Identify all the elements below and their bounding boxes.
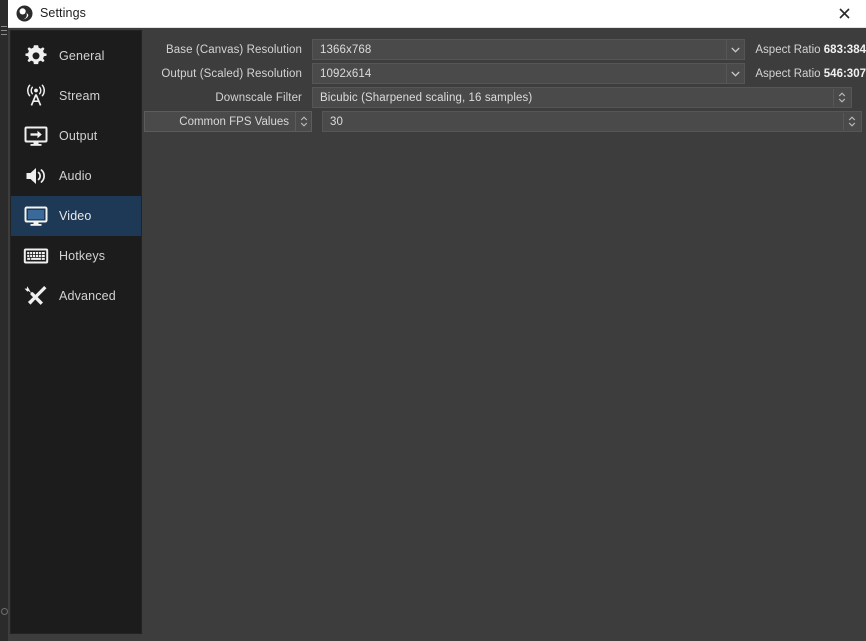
output-resolution-label: Output (Scaled) Resolution — [161, 67, 302, 80]
output-aspect-ratio-value: 546:307 — [823, 67, 866, 80]
sidebar-item-label: Hotkeys — [59, 249, 106, 263]
output-resolution-value: 1092x614 — [320, 67, 372, 80]
form-row-base-resolution: Base (Canvas) Resolution 1366x768 Aspect… — [144, 38, 866, 61]
spinner-updown-icon[interactable] — [295, 112, 311, 131]
downscale-filter-value: Bicubic (Sharpened scaling, 16 samples) — [320, 91, 533, 104]
base-resolution-value: 1366x768 — [320, 43, 372, 56]
sidebar-item-label: General — [59, 49, 105, 63]
form-row-downscale-filter: Downscale Filter Bicubic (Sharpened scal… — [144, 86, 866, 109]
form-row-output-resolution: Output (Scaled) Resolution 1092x614 Aspe… — [144, 62, 866, 85]
title-bar: Settings — [8, 0, 866, 28]
sidebar-item-advanced[interactable]: Advanced — [11, 276, 141, 316]
downscale-filter-label: Downscale Filter — [215, 91, 302, 104]
monitor-icon — [19, 199, 53, 233]
video-settings-form: Base (Canvas) Resolution 1366x768 Aspect… — [144, 38, 866, 134]
sidebar-item-label: Audio — [59, 169, 92, 183]
window-body: General Stream Output Audio Video Hotkey… — [8, 27, 866, 641]
chevron-down-icon[interactable] — [726, 39, 746, 60]
settings-sidebar: General Stream Output Audio Video Hotkey… — [10, 30, 142, 634]
spinner-updown-icon[interactable] — [833, 89, 850, 106]
gear-icon — [19, 39, 53, 73]
sidebar-item-hotkeys[interactable]: Hotkeys — [11, 236, 141, 276]
base-aspect-ratio-value: 683:384 — [823, 43, 866, 56]
video-settings-pane: Base (Canvas) Resolution 1366x768 Aspect… — [144, 27, 866, 641]
base-resolution-combobox[interactable]: 1366x768 — [312, 39, 746, 60]
sidebar-item-stream[interactable]: Stream — [11, 76, 141, 116]
obs-logo-icon — [16, 5, 33, 22]
keyboard-icon — [19, 239, 53, 273]
window-title: Settings — [40, 6, 86, 20]
background-window-dot — [1, 608, 8, 615]
base-aspect-ratio: Aspect Ratio 683:384 — [755, 44, 866, 56]
output-aspect-ratio: Aspect Ratio 546:307 — [755, 68, 866, 80]
monitor-arrow-icon — [19, 119, 53, 153]
common-fps-values-combobox[interactable]: Common FPS Values — [144, 111, 312, 132]
chevron-down-icon[interactable] — [726, 63, 746, 84]
output-aspect-ratio-label: Aspect Ratio — [755, 67, 821, 80]
close-icon[interactable] — [822, 0, 866, 27]
background-window-edge — [0, 0, 8, 641]
sidebar-item-video[interactable]: Video — [11, 196, 141, 236]
spinner-updown-icon[interactable] — [843, 113, 860, 130]
fps-value-spinbox[interactable]: 30 — [322, 111, 862, 132]
common-fps-values-label: Common FPS Values — [179, 115, 289, 128]
sidebar-item-label: Video — [59, 209, 92, 223]
settings-window: Settings General Stream Output Audio Vid… — [0, 0, 866, 641]
sidebar-item-audio[interactable]: Audio — [11, 156, 141, 196]
base-resolution-label: Base (Canvas) Resolution — [166, 43, 302, 56]
downscale-filter-spinbox[interactable]: Bicubic (Sharpened scaling, 16 samples) — [312, 87, 852, 108]
broadcast-tower-icon — [19, 79, 53, 113]
sidebar-item-output[interactable]: Output — [11, 116, 141, 156]
base-aspect-ratio-label: Aspect Ratio — [755, 43, 821, 56]
sidebar-item-label: Output — [59, 129, 98, 143]
background-window-menu-lines — [1, 26, 7, 38]
sidebar-item-label: Stream — [59, 89, 101, 103]
sidebar-item-label: Advanced — [59, 289, 116, 303]
output-resolution-combobox[interactable]: 1092x614 — [312, 63, 746, 84]
speaker-icon — [19, 159, 53, 193]
sidebar-list: General Stream Output Audio Video Hotkey… — [11, 36, 141, 316]
form-row-common-fps-values: Common FPS Values 30 — [144, 110, 866, 133]
fps-value: 30 — [330, 115, 343, 128]
sidebar-item-general[interactable]: General — [11, 36, 141, 76]
wrench-screwdriver-icon — [19, 279, 53, 313]
